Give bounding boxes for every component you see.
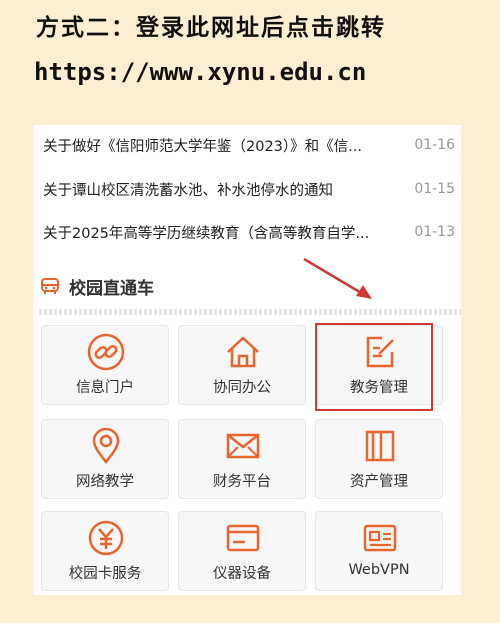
annotation-arrow [303, 257, 372, 299]
